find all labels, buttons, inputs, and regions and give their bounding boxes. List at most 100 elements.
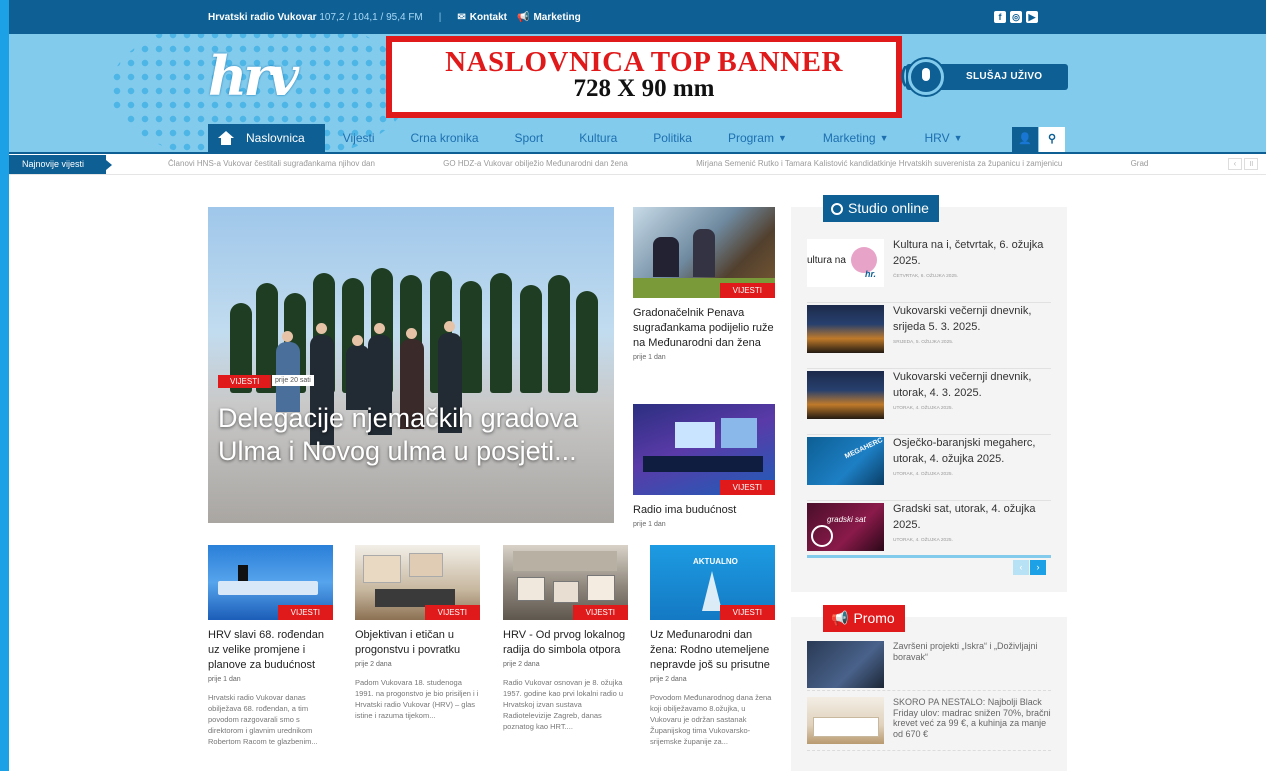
studio-item-title[interactable]: Vukovarski večernji dnevnik, srijeda 5. …: [893, 303, 1051, 335]
nav-crna-kronika[interactable]: Crna kronika: [393, 124, 497, 152]
studio-item-date: UTORAK, 4. OŽUJKA 2025.: [893, 538, 953, 543]
story-thumbnail[interactable]: VIJESTI: [633, 207, 775, 298]
studio-thumbnail[interactable]: gradski sat: [807, 503, 884, 551]
nav-marketing[interactable]: Marketing ▼: [805, 124, 907, 152]
timestamp: prije 1 dan: [208, 676, 241, 683]
studio-item-title[interactable]: Kultura na i, četvrtak, 6. ožujka 2025.: [893, 237, 1051, 269]
studio-thumbnail[interactable]: [807, 305, 884, 353]
station-name: Hrvatski radio Vukovar 107,2 / 104,1 / 9…: [208, 11, 423, 23]
hero-story[interactable]: VIJESTI prije 20 sati Delegacije njemačk…: [208, 207, 614, 523]
hero-title[interactable]: Delegacije njemačkih gradova Ulma i Novo…: [218, 402, 608, 468]
marketing-link[interactable]: 📢 Marketing: [517, 12, 581, 23]
listen-live-button[interactable]: ( SLUŠAJ UŽIVO: [900, 59, 1068, 95]
prev-button[interactable]: ‹: [1013, 560, 1029, 575]
tree-shape: [460, 281, 482, 393]
studio-item[interactable]: Vukovarski večernji dnevnik, utorak, 4. …: [807, 369, 1051, 435]
story-thumbnail[interactable]: VIJESTI: [355, 545, 480, 620]
nav-sport[interactable]: Sport: [497, 124, 562, 152]
ticker-item[interactable]: GO HDZ-a Vukovar obilježio Međunarodni d…: [443, 159, 628, 168]
podcast-icon: [831, 202, 843, 215]
hrv-logo[interactable]: hrv: [208, 49, 304, 103]
side-story[interactable]: VIJESTI Radio ima budućnost prije 1 dan: [633, 404, 775, 528]
separator: |: [438, 11, 442, 23]
nav-politika[interactable]: Politika: [635, 124, 710, 152]
prev-icon[interactable]: ‹: [1228, 158, 1242, 170]
chevron-down-icon: ▼: [953, 133, 963, 143]
category-badge[interactable]: VIJESTI: [719, 605, 775, 620]
next-button[interactable]: ›: [1030, 560, 1046, 575]
ticker-item[interactable]: Mirjana Semenić Rutko i Tamara Kalistovi…: [696, 159, 1062, 168]
category-badge[interactable]: VIJESTI: [572, 605, 628, 620]
category-badge[interactable]: VIJESTI: [719, 480, 775, 495]
story-thumbnail[interactable]: VIJESTI: [503, 545, 628, 620]
studio-item-title[interactable]: Gradski sat, utorak, 4. ožujka 2025.: [893, 501, 1051, 533]
promo-title: 📢 Promo: [823, 605, 905, 632]
nav-naslovnica[interactable]: Naslovnica: [208, 124, 325, 152]
story-thumbnail[interactable]: AKTUALNO VIJESTI: [650, 545, 775, 620]
promo-widget: 📢 Promo Završeni projekti „Iskra“ i „Dož…: [791, 605, 1067, 771]
social-links: f ◎ ▶: [994, 11, 1038, 23]
studio-item[interactable]: gradski sat Gradski sat, utorak, 4. ožuj…: [807, 501, 1051, 555]
story-title[interactable]: Gradonačelnik Penava sugrađankama podije…: [633, 306, 775, 351]
aktualno-label: AKTUALNO: [693, 557, 738, 566]
top-banner[interactable]: NASLOVNICA TOP BANNER 728 X 90 mm: [386, 36, 902, 118]
studio-item-date: SRIJEDA, 5. OŽUJKA 2025.: [893, 340, 954, 345]
studio-item-title[interactable]: Vukovarski večernji dnevnik, utorak, 4. …: [893, 369, 1051, 401]
ticker-item[interactable]: Članovi HNS-a Vukovar čestitali sugrađan…: [168, 159, 375, 168]
tree-shape: [576, 291, 598, 393]
promo-item-title[interactable]: SKORO PA NESTALO: Najbolji Black Friday …: [893, 697, 1051, 739]
category-badge[interactable]: VIJESTI: [424, 605, 480, 620]
chevron-down-icon: ▼: [879, 133, 889, 143]
timestamp: prije 20 sati: [272, 375, 314, 386]
contact-link[interactable]: ✉ Kontakt: [457, 12, 507, 23]
card-title[interactable]: HRV - Od prvog lokalnog radija do simbol…: [503, 628, 628, 658]
story-thumbnail[interactable]: VIJESTI: [633, 404, 775, 495]
side-story[interactable]: VIJESTI Gradonačelnik Penava sugrađankam…: [633, 207, 775, 361]
story-thumbnail[interactable]: VIJESTI: [208, 545, 333, 620]
card-title[interactable]: Uz Međunarodni dan žena: Rodno utemeljen…: [650, 628, 775, 673]
nav-kultura[interactable]: Kultura: [561, 124, 635, 152]
card-excerpt: Padom Vukovara 18. studenoga 1991. na pr…: [355, 678, 479, 720]
nav-vijesti[interactable]: Vijesti: [325, 124, 393, 152]
news-card[interactable]: VIJESTI HRV slavi 68. rođendan uz velike…: [208, 545, 333, 747]
facebook-icon[interactable]: f: [994, 11, 1006, 23]
news-ticker: Najnovije vijesti Članovi HNS-a Vukovar …: [0, 152, 1266, 175]
card-title[interactable]: HRV slavi 68. rođendan uz velike promjen…: [208, 628, 333, 673]
category-badge[interactable]: VIJESTI: [277, 605, 333, 620]
nav-program[interactable]: Program ▼: [710, 124, 805, 152]
person-head: [406, 328, 417, 339]
microphone-icon: [908, 59, 944, 95]
promo-thumbnail[interactable]: [807, 697, 884, 744]
user-icon[interactable]: 👤: [1012, 127, 1038, 152]
thumb-text: ultura na: [807, 255, 846, 266]
studio-item[interactable]: MEGAHERC Osječko-baranjski megaherc, uto…: [807, 435, 1051, 501]
promo-item[interactable]: Završeni projekti „Iskra“ i „Doživljajni…: [807, 639, 1051, 691]
person-head: [374, 323, 385, 334]
instagram-icon[interactable]: ◎: [1010, 11, 1022, 23]
ticker-item[interactable]: Grad: [1131, 159, 1149, 168]
page: Hrvatski radio Vukovar 107,2 / 104,1 / 9…: [0, 0, 1266, 771]
promo-item-title[interactable]: Završeni projekti „Iskra“ i „Doživljajni…: [893, 641, 1051, 662]
promo-item[interactable]: SKORO PA NESTALO: Najbolji Black Friday …: [807, 695, 1051, 751]
studio-thumbnail[interactable]: ultura na hr.: [807, 239, 884, 287]
nav-hrv[interactable]: HRV ▼: [906, 124, 980, 152]
youtube-icon[interactable]: ▶: [1026, 11, 1038, 23]
story-title[interactable]: Radio ima budućnost: [633, 503, 775, 518]
search-icon[interactable]: ⚲: [1039, 127, 1065, 152]
studio-item[interactable]: ultura na hr. Kultura na i, četvrtak, 6.…: [807, 237, 1051, 303]
news-card[interactable]: VIJESTI HRV - Od prvog lokalnog radija d…: [503, 545, 628, 732]
promo-thumbnail[interactable]: [807, 641, 884, 688]
news-card[interactable]: VIJESTI Objektivan i etičan u progonstvu…: [355, 545, 480, 721]
category-badge[interactable]: VIJESTI: [719, 283, 775, 298]
news-card[interactable]: AKTUALNO VIJESTI Uz Međunarodni dan žena…: [650, 545, 775, 747]
category-badge[interactable]: VIJESTI: [218, 375, 272, 388]
studio-item[interactable]: Vukovarski večernji dnevnik, srijeda 5. …: [807, 303, 1051, 369]
studio-thumbnail[interactable]: [807, 371, 884, 419]
studio-online-widget: Studio online ultura na hr. Kultura na i…: [791, 195, 1067, 592]
card-title[interactable]: Objektivan i etičan u progonstvu i povra…: [355, 628, 480, 658]
studio-item-date: ČETVRTAK, 6. OŽUJKA 2025.: [893, 274, 959, 279]
thumb-text: gradski sat: [827, 515, 866, 524]
studio-thumbnail[interactable]: MEGAHERC: [807, 437, 884, 485]
studio-item-title[interactable]: Osječko-baranjski megaherc, utorak, 4. o…: [893, 435, 1051, 467]
pause-icon[interactable]: ॥: [1244, 158, 1258, 170]
